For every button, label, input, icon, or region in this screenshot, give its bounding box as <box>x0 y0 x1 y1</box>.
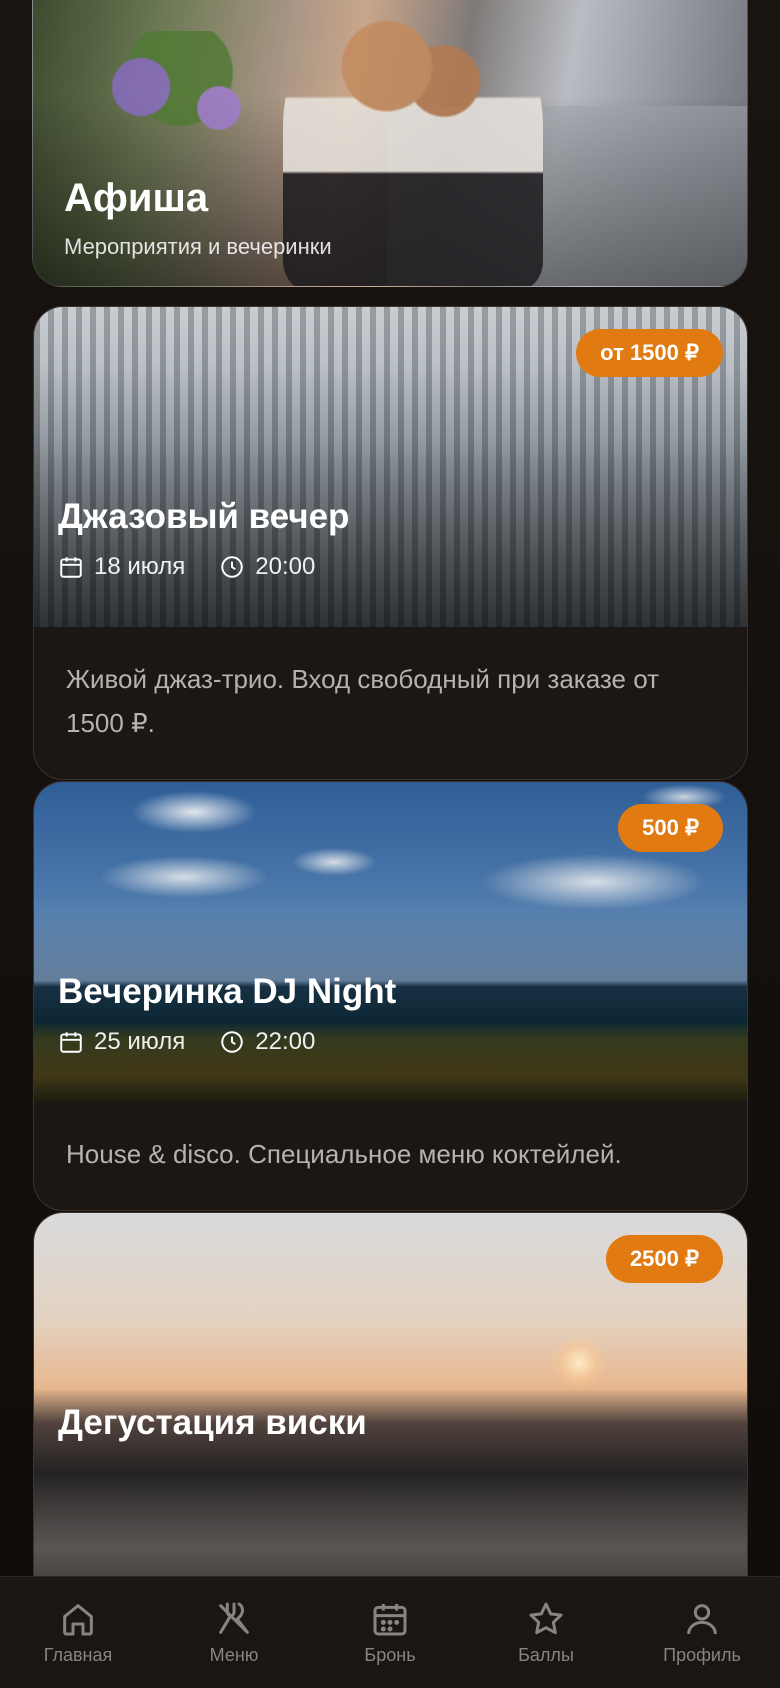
event-time: 22:00 <box>255 1028 316 1055</box>
tab-label: Баллы <box>518 1645 574 1665</box>
calendar-icon <box>60 557 82 578</box>
event-image: 2500 ₽ Дегустация виски <box>34 1213 747 1631</box>
clock-icon <box>221 556 243 578</box>
event-card-jazz[interactable]: от 1500 ₽ Джазовый вечер 18 июля 20:00 Ж… <box>33 306 748 780</box>
event-title: Джазовый вечер <box>58 497 350 536</box>
event-image: 500 ₽ Вечеринка DJ Night 25 июля 22:00 <box>34 782 747 1102</box>
tab-home[interactable]: Главная <box>8 1577 148 1666</box>
cutlery-icon <box>219 1602 249 1634</box>
event-card-dj-night[interactable]: 500 ₽ Вечеринка DJ Night 25 июля 22:00 H… <box>33 781 748 1211</box>
price-badge: 500 ₽ <box>618 804 723 852</box>
event-description: Живой джаз-трио. Вход свободный при зака… <box>66 664 660 738</box>
tab-profile[interactable]: Профиль <box>632 1577 772 1666</box>
tab-label: Меню <box>209 1645 259 1665</box>
event-date: 18 июля <box>94 553 186 580</box>
user-icon <box>687 1604 717 1635</box>
event-card-whisky[interactable]: 2500 ₽ Дегустация виски <box>33 1212 748 1632</box>
event-time: 20:00 <box>255 553 316 580</box>
star-icon <box>529 1602 563 1635</box>
page-subtitle: Мероприятия и вечеринки <box>64 234 332 259</box>
price-badge: 2500 ₽ <box>605 1235 723 1283</box>
event-title: Вечеринка DJ Night <box>58 972 397 1011</box>
tab-points[interactable]: Баллы <box>476 1577 616 1666</box>
calendar-icon <box>60 1032 82 1053</box>
event-meta: 18 июля 20:00 <box>58 553 315 581</box>
event-meta: 25 июля 22:00 <box>58 1028 315 1056</box>
tab-label: Профиль <box>663 1645 741 1665</box>
event-title: Дегустация виски <box>58 1403 367 1442</box>
price-badge: от 1500 ₽ <box>576 329 723 377</box>
bottom-navigation: Главная Меню Бронь Баллы Профиль <box>0 1576 780 1688</box>
clock-icon <box>221 1031 243 1053</box>
event-date: 25 июля <box>94 1028 186 1055</box>
events-screen: Афиша Мероприятия и вечеринки от 1500 ₽ … <box>0 0 780 1688</box>
tab-label: Главная <box>43 1645 113 1665</box>
tab-booking[interactable]: Бронь <box>320 1577 460 1666</box>
event-image: от 1500 ₽ Джазовый вечер 18 июля 20:00 <box>34 307 747 627</box>
page-title: Афиша <box>64 176 209 220</box>
tab-label: Бронь <box>364 1645 416 1665</box>
tab-menu[interactable]: Меню <box>164 1577 304 1666</box>
calendar-icon <box>373 1604 407 1636</box>
event-description: House & disco. Специальное меню коктейле… <box>66 1139 622 1169</box>
home-icon <box>63 1604 93 1636</box>
